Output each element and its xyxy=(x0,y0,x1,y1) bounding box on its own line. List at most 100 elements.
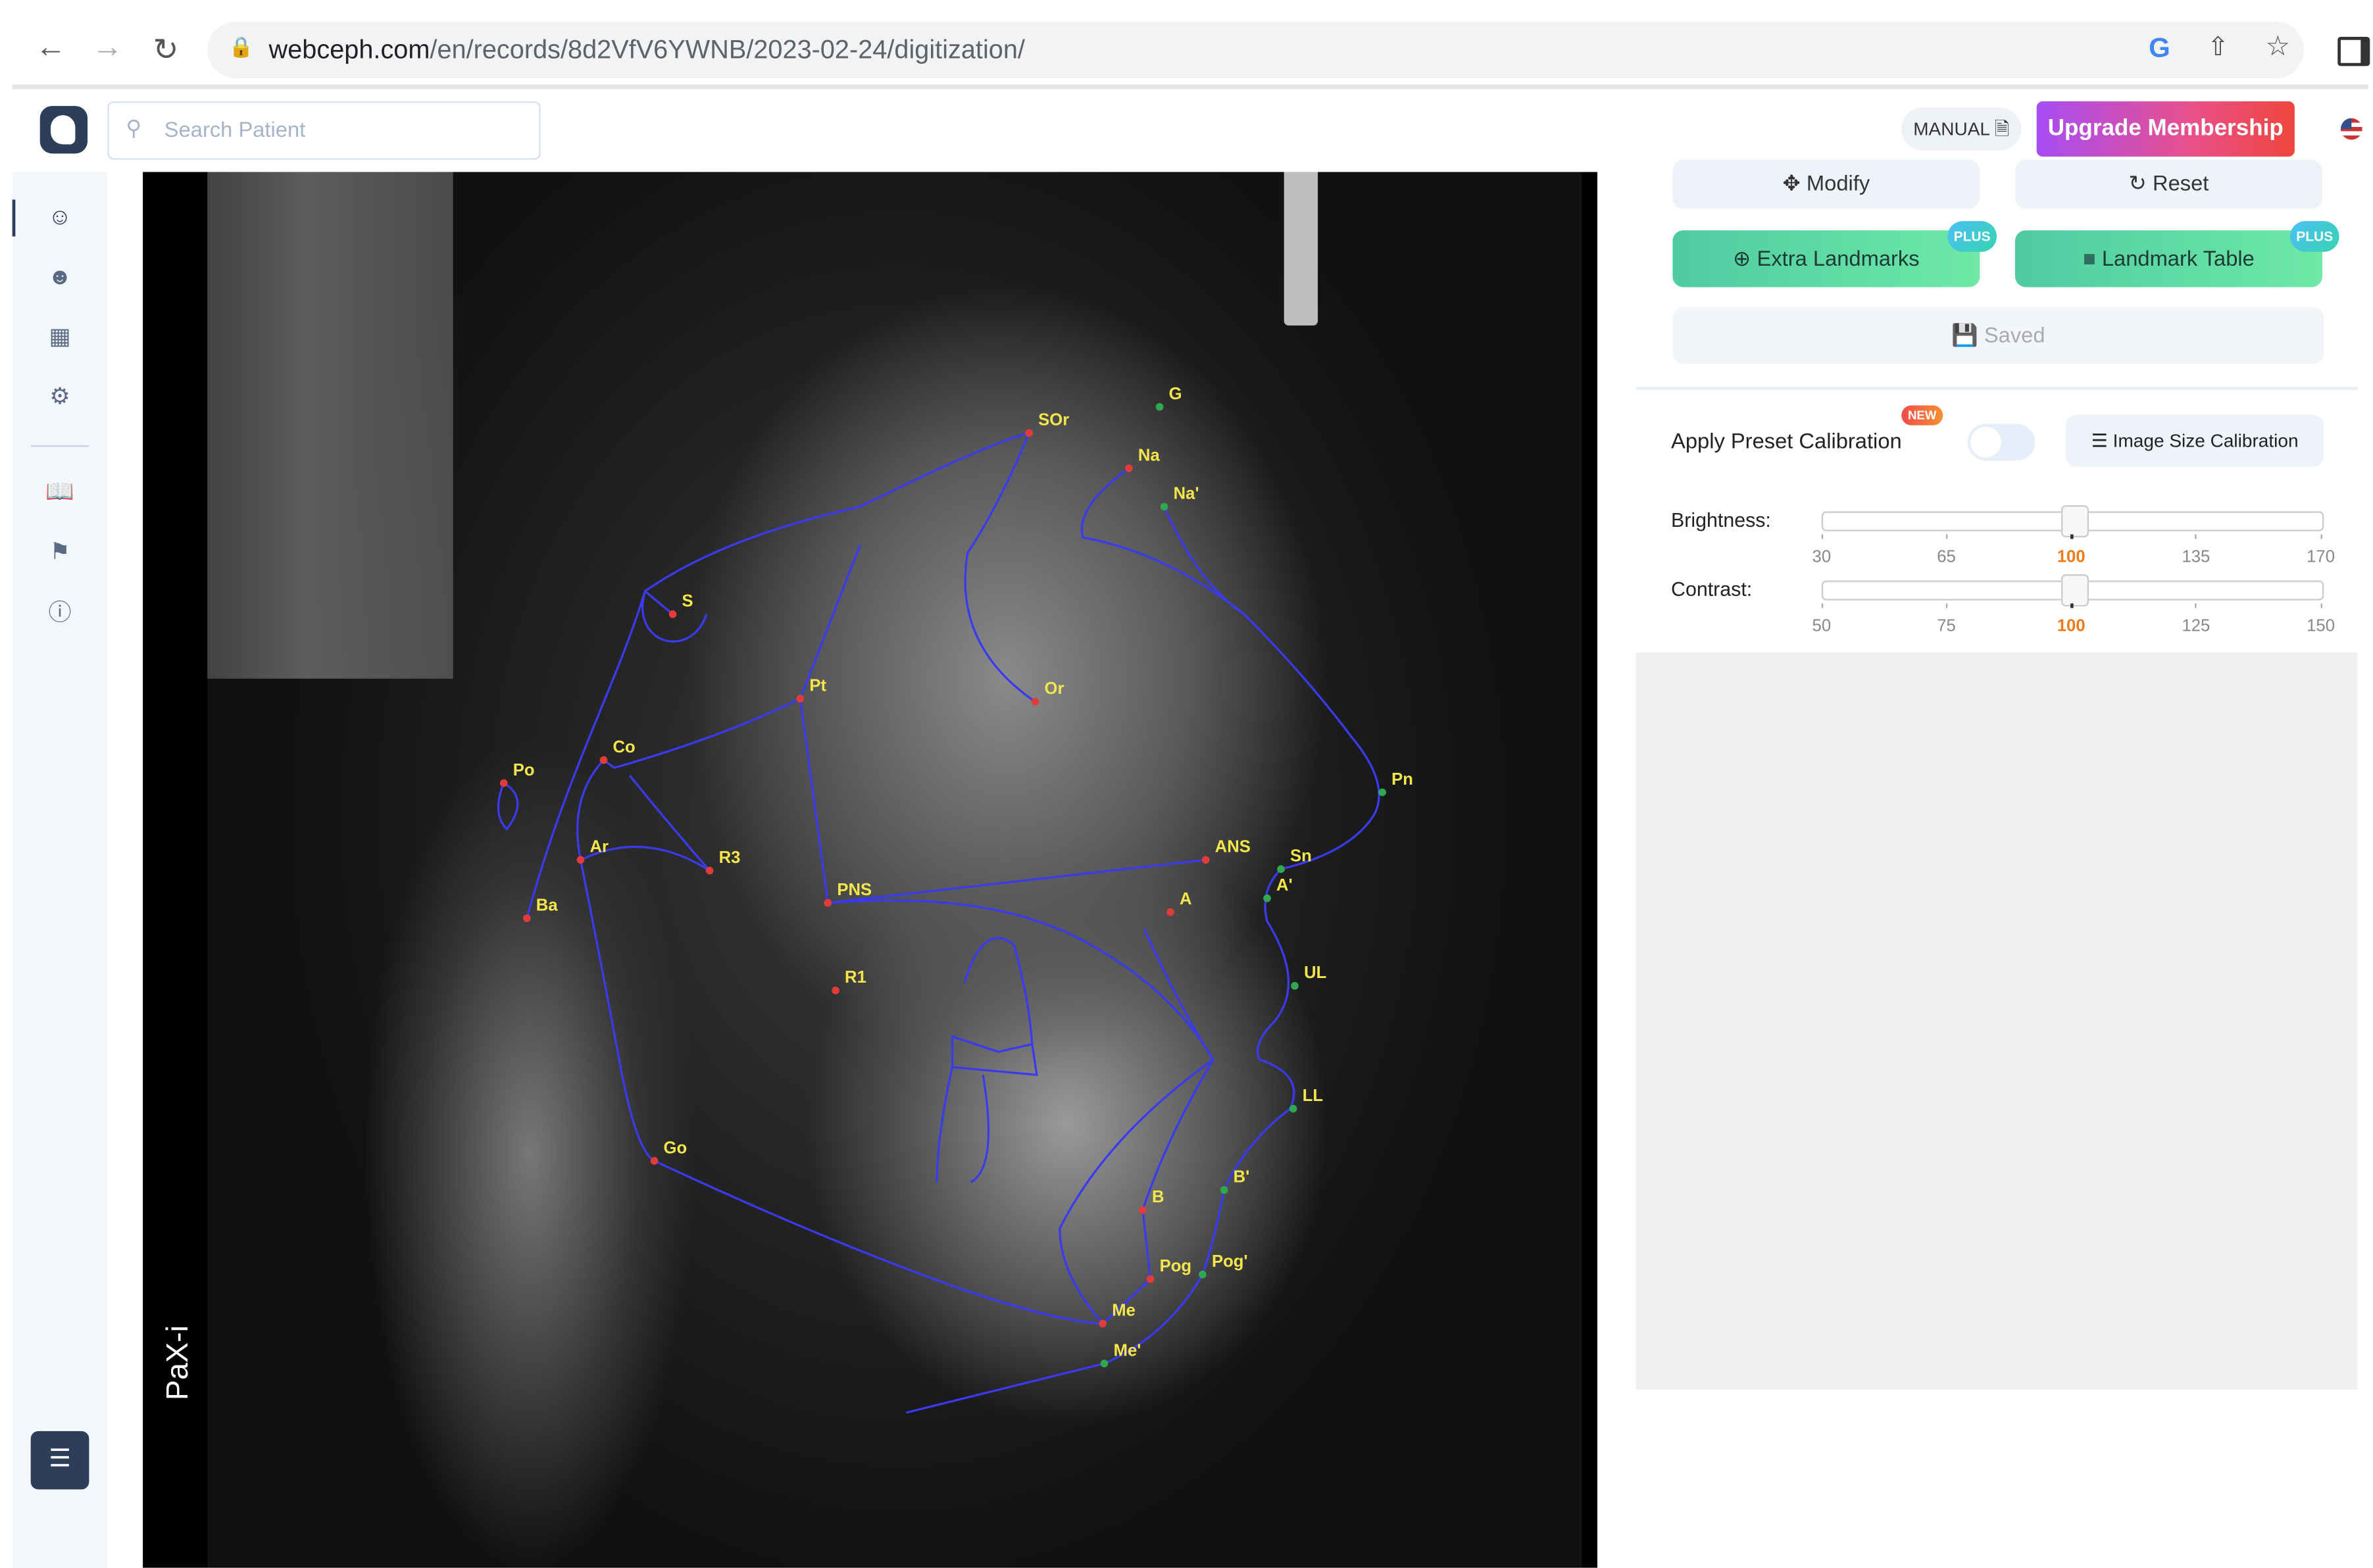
landmark-point[interactable] xyxy=(599,756,608,764)
divider xyxy=(12,84,2368,89)
landmark-b[interactable]: B xyxy=(1139,1188,1164,1214)
landmark-po[interactable]: Po xyxy=(499,761,535,787)
landmark-point[interactable] xyxy=(1139,1206,1147,1214)
landmark-point[interactable] xyxy=(1125,464,1133,472)
reset-button[interactable]: ↻ Reset xyxy=(2014,159,2322,209)
landmark-point[interactable] xyxy=(668,610,677,618)
saved-button[interactable]: 💾 Saved xyxy=(1672,306,2324,364)
landmark-pog[interactable]: Pog xyxy=(1146,1257,1191,1283)
landmark-point[interactable] xyxy=(1199,1270,1207,1279)
back-icon[interactable]: ← xyxy=(34,31,67,66)
landmark-table-button[interactable]: ■ Landmark Table PLUS xyxy=(2014,221,2339,287)
landmark-point[interactable] xyxy=(1146,1275,1155,1283)
landmark-point[interactable] xyxy=(1100,1360,1109,1367)
share-icon[interactable]: ⇧ xyxy=(2207,32,2229,63)
forward-icon[interactable]: → xyxy=(91,31,124,66)
landmark-point[interactable] xyxy=(1289,1104,1297,1113)
landmark-point[interactable] xyxy=(832,986,839,994)
landmark-a[interactable]: A xyxy=(1166,890,1192,916)
patients-icon[interactable]: ☻ xyxy=(45,262,76,293)
info-icon[interactable]: ⓘ xyxy=(45,599,76,629)
slider-tick-label: 100 xyxy=(2041,603,2102,636)
landmark-r1[interactable]: R1 xyxy=(832,968,866,994)
landmark-point[interactable] xyxy=(1031,698,1039,706)
preset-calibration-toggle[interactable] xyxy=(1967,424,2036,461)
landmark-point[interactable] xyxy=(576,856,585,864)
landmark-point[interactable] xyxy=(1099,1319,1107,1328)
landmark-or[interactable]: Or xyxy=(1031,679,1064,706)
extra-landmarks-button[interactable]: ⊕ Extra Landmarks PLUS xyxy=(1672,221,1997,287)
panel-divider xyxy=(1636,387,2358,390)
star-icon[interactable]: ☆ xyxy=(2266,31,2291,63)
landmark-sn[interactable]: Sn xyxy=(1277,847,1312,873)
contrast-slider[interactable] xyxy=(1821,574,2324,607)
landmark-ba[interactable]: Ba xyxy=(522,896,558,922)
landmark-na-prime[interactable]: Na' xyxy=(1160,485,1199,511)
landmark-point[interactable] xyxy=(1263,894,1271,902)
upgrade-membership-button[interactable]: Upgrade Membership xyxy=(2036,101,2295,157)
landmark-point[interactable] xyxy=(1277,865,1285,873)
xray-canvas[interactable]: PaX-i G SOr Na Na' S Pt Or Po Co Ar R3 Ba PNS ANS Sn A'… xyxy=(143,172,1597,1568)
landmark-ans[interactable]: ANS xyxy=(1201,838,1251,864)
sidepanel-icon[interactable] xyxy=(2337,37,2370,66)
google-icon[interactable]: G xyxy=(2149,32,2170,64)
settings-icon[interactable]: ⚙ xyxy=(45,382,76,413)
landmark-na[interactable]: Na xyxy=(1125,446,1160,472)
landmark-ul[interactable]: UL xyxy=(1291,964,1326,990)
app-logo[interactable] xyxy=(39,106,88,154)
landmark-point[interactable] xyxy=(824,898,832,907)
landmark-pns[interactable]: PNS xyxy=(824,881,872,907)
landmark-point[interactable] xyxy=(1378,788,1386,796)
search-patient[interactable]: ⚲ xyxy=(107,101,541,160)
patient-icon[interactable]: ☺ xyxy=(45,203,76,233)
landmark-point[interactable] xyxy=(1220,1186,1228,1194)
landmark-point[interactable] xyxy=(705,866,714,875)
modify-button[interactable]: ✥ Modify xyxy=(1672,159,1980,209)
landmark-label: Or xyxy=(1045,679,1064,698)
brightness-thumb[interactable] xyxy=(2060,505,2088,538)
manual-button[interactable]: MANUAL 🗎 xyxy=(1901,107,2022,151)
landmark-point[interactable] xyxy=(1166,908,1174,916)
landmark-table-label: Landmark Table xyxy=(2101,245,2255,270)
dashboard-icon[interactable]: ▦ xyxy=(45,322,76,353)
landmark-point[interactable] xyxy=(1201,856,1210,864)
landmark-pn[interactable]: Pn xyxy=(1378,770,1413,796)
landmark-pt[interactable]: Pt xyxy=(796,677,826,703)
slider-tick-label: 75 xyxy=(1916,603,1977,636)
landmark-label: Me xyxy=(1112,1302,1136,1320)
landmark-point[interactable] xyxy=(650,1157,659,1165)
reload-icon[interactable]: ↻ xyxy=(149,31,182,69)
landmark-me-prime[interactable]: Me' xyxy=(1100,1341,1141,1367)
brightness-slider[interactable] xyxy=(1821,505,2324,538)
landmark-ar[interactable]: Ar xyxy=(576,838,609,864)
landmark-point[interactable] xyxy=(522,914,531,922)
us-flag-icon[interactable] xyxy=(2340,118,2362,140)
address-bar[interactable]: 🔒 webceph.com/en/records/8d2VfV6YWNB/202… xyxy=(207,21,2304,79)
landmark-label: SOr xyxy=(1038,411,1069,429)
landmark-point[interactable] xyxy=(1160,502,1168,511)
landmark-b-prime[interactable]: B' xyxy=(1220,1168,1250,1194)
landmark-go[interactable]: Go xyxy=(650,1139,687,1165)
url-text: webceph.com/en/records/8d2VfV6YWNB/2023-… xyxy=(269,36,1025,66)
landmark-point[interactable] xyxy=(1025,429,1034,437)
landmark-s[interactable]: S xyxy=(668,592,693,618)
tag-icon[interactable]: ⚑ xyxy=(45,537,76,568)
book-icon[interactable]: 📖 xyxy=(45,478,76,508)
image-size-calibration-button[interactable]: ☰ Image Size Calibration xyxy=(2066,414,2324,467)
landmark-sor[interactable]: SOr xyxy=(1025,411,1069,437)
tracing-line xyxy=(906,506,1380,1414)
manual-label: MANUAL xyxy=(1913,118,1989,140)
contrast-thumb[interactable] xyxy=(2060,574,2088,607)
landmark-point[interactable] xyxy=(1155,403,1164,411)
landmark-me[interactable]: Me xyxy=(1099,1302,1136,1328)
landmark-r3[interactable]: R3 xyxy=(705,848,741,875)
landmark-label: A xyxy=(1180,890,1192,908)
adjustments-button[interactable]: ☰ xyxy=(30,1431,89,1490)
landmark-point[interactable] xyxy=(499,779,508,787)
search-input[interactable] xyxy=(161,115,521,143)
landmark-point[interactable] xyxy=(1291,981,1299,990)
landmark-g[interactable]: G xyxy=(1155,385,1182,411)
landmark-label: Pog' xyxy=(1212,1252,1248,1271)
landmark-point[interactable] xyxy=(796,695,805,703)
landmark-co[interactable]: Co xyxy=(599,738,636,764)
